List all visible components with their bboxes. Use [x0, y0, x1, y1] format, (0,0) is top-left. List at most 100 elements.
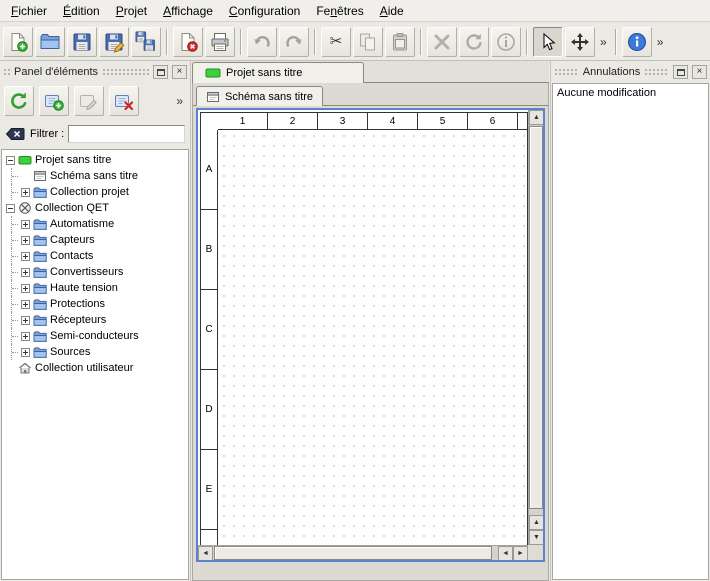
tree-guide: [6, 328, 18, 344]
tree-item-recepteurs[interactable]: Récepteurs: [2, 312, 188, 328]
dock-float-button[interactable]: [153, 65, 168, 79]
dock-close-button[interactable]: ×: [692, 65, 707, 79]
expand-icon[interactable]: [21, 348, 30, 357]
delete-element-button[interactable]: [109, 86, 139, 116]
float-icon: [157, 69, 165, 76]
expand-icon[interactable]: [21, 332, 30, 341]
delete-button[interactable]: [427, 27, 457, 57]
tree-item-convertisseurs[interactable]: Convertisseurs: [2, 264, 188, 280]
scroll-up-icon: ▲: [533, 114, 540, 121]
cut-button[interactable]: ✂: [321, 27, 351, 57]
elements-panel-titlebar[interactable]: Panel d'éléments ×: [0, 63, 190, 81]
tree-item-projet-sans-titre[interactable]: Projet sans titre: [2, 152, 188, 168]
tree-item-collection-qet[interactable]: Collection QET: [2, 200, 188, 216]
tree-item-haute-tension[interactable]: Haute tension: [2, 280, 188, 296]
tree-item-label: Collection projet: [50, 186, 129, 198]
horizontal-scrollbar-thumb[interactable]: [214, 546, 492, 560]
tree-item-sources[interactable]: Sources: [2, 344, 188, 360]
scroll-left-button[interactable]: ◄: [498, 546, 513, 561]
move-tool-button[interactable]: [565, 27, 595, 57]
menu-fichier[interactable]: Fichier: [3, 1, 55, 21]
collapse-icon[interactable]: [6, 204, 15, 213]
filter-input[interactable]: [68, 125, 185, 143]
schema-view[interactable]: 1 2 3 4 5 6 A B C D E ▲: [196, 108, 545, 562]
tab-projet-sans-titre[interactable]: Projet sans titre: [192, 62, 364, 83]
horizontal-scrollbar[interactable]: ◄ ◄ ►: [198, 545, 528, 560]
scroll-up-button[interactable]: ▲: [529, 515, 544, 530]
close-file-button[interactable]: [173, 27, 203, 57]
redo-button[interactable]: [279, 27, 309, 57]
expand-icon[interactable]: [21, 268, 30, 277]
panel-overflow-button[interactable]: »: [173, 94, 186, 108]
schema-paper[interactable]: 1 2 3 4 5 6 A B C D E: [200, 112, 528, 562]
elements-panel-dock: Panel d'éléments × » Filtrer : Projet sa…: [0, 61, 191, 581]
new-element-button[interactable]: [39, 86, 69, 116]
new-document-button[interactable]: [3, 27, 33, 57]
tree-item-capteurs[interactable]: Capteurs: [2, 232, 188, 248]
select-tool-button[interactable]: [533, 27, 563, 57]
expand-icon[interactable]: [21, 236, 30, 245]
column-headers: 1 2 3 4 5 6: [218, 113, 527, 130]
vertical-scrollbar-thumb[interactable]: [529, 126, 543, 509]
edit-element-button[interactable]: [74, 86, 104, 116]
reload-collections-button[interactable]: [4, 86, 34, 116]
save-button[interactable]: [67, 27, 97, 57]
tree-item-collection-projet[interactable]: Collection projet: [2, 184, 188, 200]
vertical-scrollbar[interactable]: ▲ ▲ ▼: [528, 110, 543, 545]
expand-icon[interactable]: [21, 284, 30, 293]
project-icon: [205, 67, 221, 79]
info-button[interactable]: [491, 27, 521, 57]
menu-aide[interactable]: Aide: [372, 1, 412, 21]
scroll-left-button[interactable]: ◄: [198, 546, 213, 561]
menu-configuration[interactable]: Configuration: [221, 1, 308, 21]
expand-icon[interactable]: [21, 188, 30, 197]
expand-icon[interactable]: [21, 300, 30, 309]
cut-icon: ✂: [330, 34, 343, 49]
tab-schema-sans-titre[interactable]: Schéma sans titre: [196, 86, 323, 106]
expand-icon[interactable]: [21, 252, 30, 261]
about-button[interactable]: [622, 27, 652, 57]
folder-icon: [33, 345, 47, 359]
tree-guide: [6, 168, 18, 184]
menu-edition[interactable]: Édition: [55, 1, 108, 21]
scroll-up-icon: ▲: [533, 519, 540, 526]
scroll-up-button[interactable]: ▲: [529, 110, 544, 125]
undo-history-list[interactable]: Aucune modification: [552, 83, 709, 580]
dock-grip: [644, 68, 669, 77]
scroll-down-button[interactable]: ▼: [529, 530, 544, 545]
menu-affichage[interactable]: Affichage: [155, 1, 221, 21]
tree-item-automatisme[interactable]: Automatisme: [2, 216, 188, 232]
undo-dock-titlebar[interactable]: Annulations ×: [551, 63, 710, 81]
menu-fenetres[interactable]: Fenêtres: [308, 1, 371, 21]
undo-button[interactable]: [247, 27, 277, 57]
toolbar-overflow-button[interactable]: »: [654, 35, 667, 49]
undo-icon: [251, 31, 273, 53]
save-as-button[interactable]: [99, 27, 129, 57]
folder-icon: [33, 281, 47, 295]
copy-button[interactable]: [353, 27, 383, 57]
tree-guide: [6, 312, 18, 328]
open-project-button[interactable]: [35, 27, 65, 57]
print-button[interactable]: [205, 27, 235, 57]
tree-item-semi-conducteurs[interactable]: Semi-conducteurs: [2, 328, 188, 344]
grid-dots-canvas[interactable]: [219, 131, 527, 562]
collapse-icon[interactable]: [6, 156, 15, 165]
tree-item-protections[interactable]: Protections: [2, 296, 188, 312]
save-all-button[interactable]: [131, 27, 161, 57]
scroll-right-button[interactable]: ►: [513, 546, 528, 561]
dock-close-button[interactable]: ×: [172, 65, 187, 79]
tree-item-schema-sans-titre[interactable]: Schéma sans titre: [2, 168, 188, 184]
toolbar-overflow-button[interactable]: »: [597, 35, 610, 49]
paste-button[interactable]: [385, 27, 415, 57]
tree-item-label: Schéma sans titre: [50, 170, 138, 182]
menu-projet[interactable]: Projet: [108, 1, 155, 21]
clear-filter-icon[interactable]: [5, 126, 26, 142]
expand-icon[interactable]: [21, 220, 30, 229]
tree-item-collection-utilisateur[interactable]: Collection utilisateur: [2, 360, 188, 376]
tree-item-contacts[interactable]: Contacts: [2, 248, 188, 264]
save-as-icon: [103, 31, 125, 53]
dock-float-button[interactable]: [673, 65, 688, 79]
toolbar-separator: [166, 29, 168, 55]
rotate-button[interactable]: [459, 27, 489, 57]
expand-icon[interactable]: [21, 316, 30, 325]
